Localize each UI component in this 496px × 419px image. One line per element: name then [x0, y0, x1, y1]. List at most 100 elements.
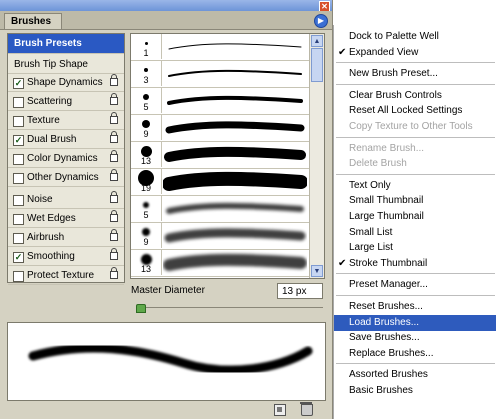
- brush-preset-hard-9[interactable]: 9: [131, 115, 309, 142]
- brush-preset-hard-13[interactable]: 13: [131, 142, 309, 169]
- option-label: Scattering: [27, 96, 73, 107]
- menu-item-label: Delete Brush: [349, 158, 407, 170]
- menu-item-text-only[interactable]: Text Only: [334, 178, 496, 194]
- option-texture[interactable]: Texture: [8, 112, 124, 130]
- lock-icon[interactable]: [110, 229, 118, 241]
- option-smoothing[interactable]: ✓ Smoothing: [8, 248, 124, 266]
- brush-tip-dot: [143, 94, 149, 100]
- checkbox[interactable]: [13, 195, 24, 206]
- option-label: Airbrush: [27, 232, 65, 243]
- brush-tip-thumbnail: 1: [131, 34, 162, 59]
- lock-icon[interactable]: [110, 112, 118, 124]
- menu-item-label: Basic Brushes: [349, 385, 413, 396]
- menu-item-label: Reset Brushes...: [349, 301, 423, 312]
- lock-icon[interactable]: [110, 191, 118, 203]
- brush-preset-hard-5[interactable]: 5: [131, 88, 309, 115]
- scroll-thumb[interactable]: [311, 48, 323, 82]
- option-wet-edges[interactable]: Wet Edges: [8, 210, 124, 228]
- tab-brushes[interactable]: Brushes: [4, 13, 62, 29]
- menu-item-save-brushes[interactable]: Save Brushes...: [334, 330, 496, 346]
- menu-separator: [336, 273, 495, 275]
- brush-stroke-thumbnail: [165, 121, 305, 134]
- checkbox[interactable]: [13, 173, 24, 184]
- option-dual-brush[interactable]: ✓ Dual Brush: [8, 131, 124, 149]
- option-other-dynamics[interactable]: Other Dynamics: [8, 169, 124, 187]
- lock-icon[interactable]: [110, 74, 118, 86]
- preset-scrollbar[interactable]: ▲ ▼: [309, 34, 324, 278]
- checkbox[interactable]: [13, 154, 24, 165]
- brush-preset-hard-19[interactable]: 19: [131, 169, 309, 196]
- menu-item-small-thumbnail[interactable]: Small Thumbnail: [334, 193, 496, 209]
- master-diameter-field[interactable]: 13 px: [277, 283, 323, 299]
- menu-item-reset-all-locked-settings[interactable]: Reset All Locked Settings: [334, 103, 496, 119]
- option-airbrush[interactable]: Airbrush: [8, 229, 124, 247]
- menu-separator: [336, 173, 495, 175]
- lock-icon[interactable]: [110, 131, 118, 143]
- option-shape-dynamics[interactable]: ✓ Shape Dynamics: [8, 74, 124, 92]
- scroll-up-icon[interactable]: ▲: [311, 35, 323, 47]
- menu-item-clear-brush-controls[interactable]: Clear Brush Controls: [334, 88, 496, 104]
- checkbox[interactable]: [13, 116, 24, 127]
- lock-icon[interactable]: [110, 150, 118, 162]
- scroll-down-icon[interactable]: ▼: [311, 265, 323, 277]
- menu-item-new-brush-preset[interactable]: New Brush Preset...: [334, 66, 496, 82]
- checkbox[interactable]: ✓: [13, 78, 24, 89]
- menu-item-label: Large List: [349, 242, 393, 254]
- option-scattering[interactable]: Scattering: [8, 93, 124, 111]
- brush-stroke-thumbnail: [164, 228, 306, 243]
- lock-icon[interactable]: [110, 93, 118, 105]
- brush-tip-thumbnail: 5: [131, 196, 162, 221]
- trash-icon[interactable]: [300, 402, 313, 416]
- menu-item-label: Assorted Brushes: [349, 369, 428, 381]
- checkbox[interactable]: [13, 271, 24, 282]
- option-brush-presets[interactable]: Brush Presets: [8, 34, 124, 54]
- option-label: Wet Edges: [27, 213, 76, 224]
- master-diameter-label: Master Diameter: [131, 285, 205, 296]
- menu-item-load-brushes[interactable]: Load Brushes...: [334, 314, 496, 331]
- checkbox[interactable]: ✓: [13, 135, 24, 146]
- menu-item-large-thumbnail[interactable]: Large Thumbnail: [334, 209, 496, 225]
- menu-item-label: Text Only: [349, 179, 391, 191]
- lock-icon[interactable]: [110, 169, 118, 181]
- menu-item-replace-brushes[interactable]: Replace Brushes...: [334, 346, 496, 362]
- menu-item-stroke-thumbnail[interactable]: ✔ Stroke Thumbnail: [334, 256, 496, 272]
- menu-item-small-list[interactable]: Small List: [334, 225, 496, 241]
- brush-stroke-thumbnail: [166, 202, 304, 214]
- lock-icon[interactable]: [110, 210, 118, 222]
- menu-item-preset-manager[interactable]: Preset Manager...: [334, 277, 496, 293]
- menu-item-label: Rename Brush...: [349, 142, 425, 154]
- menu-item-dock-to-palette-well[interactable]: Dock to Palette Well: [334, 29, 496, 45]
- master-diameter-slider-track[interactable]: [137, 307, 323, 308]
- lock-icon[interactable]: [110, 248, 118, 260]
- master-diameter-slider-knob[interactable]: [136, 304, 146, 313]
- menu-item-assorted-brushes[interactable]: Assorted Brushes: [334, 367, 496, 383]
- menu-item-reset-brushes[interactable]: Reset Brushes...: [334, 299, 496, 315]
- brush-preset-hard-1[interactable]: 1: [131, 34, 309, 61]
- lock-icon[interactable]: [110, 267, 118, 279]
- menu-item-label: Copy Texture to Other Tools: [349, 121, 473, 132]
- menu-item-label: Small List: [349, 226, 393, 238]
- menu-item-expanded-view[interactable]: ✔ Expanded View: [334, 45, 496, 61]
- brush-size-label: 13: [140, 264, 151, 274]
- option-noise[interactable]: Noise: [8, 191, 124, 209]
- menu-item-label: Dock to Palette Well: [349, 31, 439, 42]
- checkbox[interactable]: [13, 214, 24, 225]
- option-brush-tip-shape[interactable]: Brush Tip Shape: [8, 56, 124, 74]
- brush-tip-thumbnail: 9: [131, 115, 162, 140]
- menu-item-label: Preset Manager...: [349, 279, 428, 291]
- brush-preset-soft-5[interactable]: 5: [131, 196, 309, 223]
- checkbox[interactable]: ✓: [13, 252, 24, 263]
- checkbox[interactable]: [13, 233, 24, 244]
- brush-size-label: 3: [143, 75, 149, 85]
- menu-item-basic-brushes[interactable]: Basic Brushes: [334, 383, 496, 399]
- brush-preset-hard-3[interactable]: 3: [131, 61, 309, 88]
- palette-menu-arrow-icon[interactable]: ▶: [314, 14, 328, 28]
- option-color-dynamics[interactable]: Color Dynamics: [8, 150, 124, 168]
- brush-preset-soft-13[interactable]: 13: [131, 250, 309, 277]
- checkbox[interactable]: [13, 97, 24, 108]
- palette-titlebar[interactable]: ✕: [0, 0, 332, 12]
- menu-item-large-list[interactable]: Large List: [334, 240, 496, 256]
- new-preset-icon[interactable]: [274, 404, 286, 416]
- option-protect-texture[interactable]: Protect Texture: [8, 267, 124, 285]
- brush-preset-soft-9[interactable]: 9: [131, 223, 309, 250]
